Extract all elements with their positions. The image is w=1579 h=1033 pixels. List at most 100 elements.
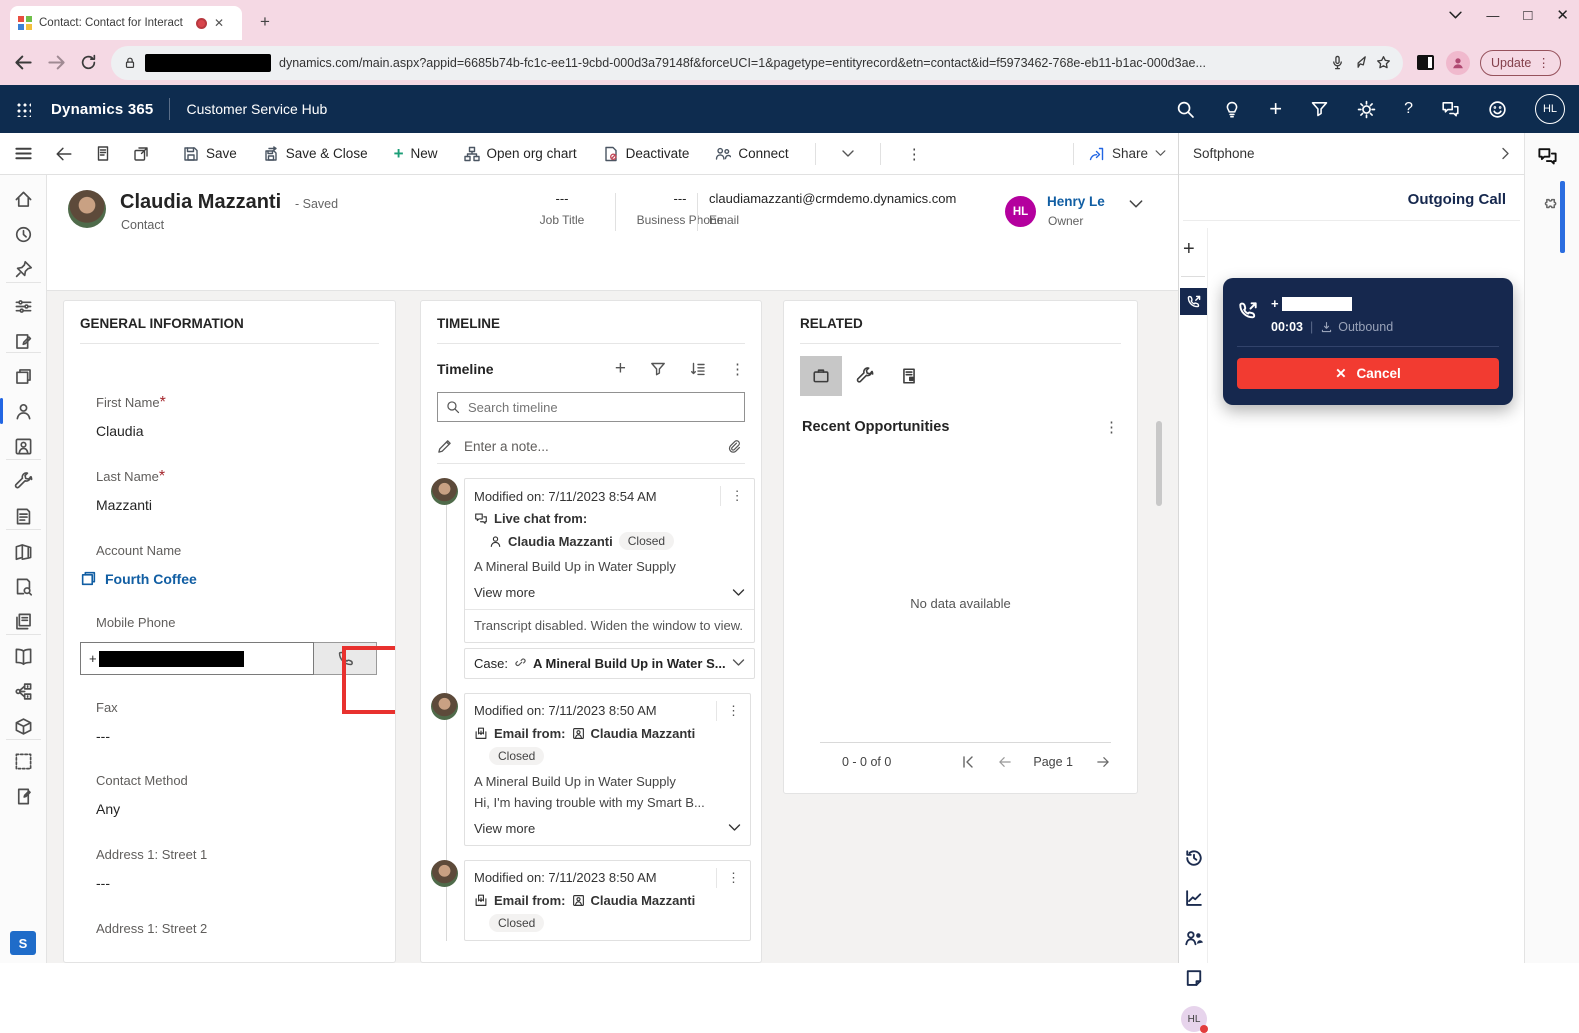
sidebar-item-recent[interactable] [14, 225, 33, 244]
forward-icon[interactable] [47, 54, 66, 71]
case-link-row[interactable]: Case: A Mineral Build Up in Water S... [464, 648, 755, 679]
timeline-search-box[interactable] [437, 392, 745, 422]
sidebar-item-products[interactable] [14, 717, 33, 736]
header-expand-chevron-icon[interactable] [1129, 200, 1143, 209]
contacts-list-icon[interactable] [1184, 928, 1204, 948]
tab-close-icon[interactable]: ✕ [214, 16, 224, 30]
quick-create-plus-icon[interactable]: + [1269, 100, 1282, 118]
tab-search-icon[interactable] [1449, 11, 1462, 20]
sidebar-item-social-profiles[interactable] [14, 437, 33, 456]
sidebar-item-pinned[interactable] [14, 260, 33, 279]
sidebar-item-notes[interactable] [14, 787, 33, 806]
account-lookup-link[interactable]: Fourth Coffee [80, 570, 395, 587]
extensions-puzzle-icon[interactable] [1541, 197, 1558, 214]
connect-button[interactable]: Connect [715, 146, 788, 162]
timeline-sort-icon[interactable] [690, 361, 706, 377]
entry-more-icon[interactable]: ⋮ [716, 701, 750, 721]
open-org-chart-button[interactable]: Open org chart [464, 146, 577, 162]
favorite-star-icon[interactable] [1376, 55, 1391, 70]
fax-value[interactable]: --- [96, 728, 395, 744]
deactivate-button[interactable]: Deactivate [603, 146, 690, 162]
sidebar-item-knowledge-search[interactable] [14, 577, 33, 596]
window-minimize-button[interactable]: — [1486, 8, 1499, 23]
window-close-button[interactable]: ✕ [1556, 6, 1569, 24]
prev-page-icon[interactable] [997, 756, 1013, 768]
paperclip-icon[interactable] [727, 439, 741, 454]
contact-method-value[interactable]: Any [96, 801, 395, 817]
sidebar-item-home[interactable] [14, 190, 33, 209]
sidebar-item-knowledge-base[interactable] [14, 647, 33, 666]
call-history-icon[interactable] [1184, 848, 1204, 868]
street1-value[interactable]: --- [96, 875, 395, 891]
teams-chat-icon[interactable] [1537, 146, 1558, 166]
last-name-value[interactable]: Mazzanti [96, 497, 395, 513]
content-scrollbar[interactable] [1156, 421, 1162, 506]
new-button[interactable]: + New [394, 144, 438, 164]
refresh-icon[interactable] [80, 54, 97, 71]
owner-name-link[interactable]: Henry Le [1047, 194, 1105, 209]
entry-more-icon[interactable]: ⋮ [720, 486, 754, 506]
sidebar-item-marketing-lists[interactable] [14, 752, 33, 771]
related-tab-opportunities[interactable] [800, 356, 842, 396]
agent-presence-avatar[interactable]: HL [1181, 1006, 1207, 1032]
feedback-chat-icon[interactable] [1441, 100, 1460, 118]
panel-scrollbar[interactable] [1560, 181, 1565, 253]
new-tab-button[interactable]: + [260, 12, 270, 32]
update-menu-icon[interactable]: ⋮ [1537, 55, 1550, 70]
sidebar-item-accounts[interactable] [14, 367, 33, 386]
browser-update-button[interactable]: Update ⋮ [1480, 50, 1561, 76]
entry-person-link[interactable]: Claudia Mazzanti [591, 726, 696, 741]
browser-tab[interactable]: Contact: Contact for Interact ✕ [10, 6, 242, 40]
entry-more-icon[interactable]: ⋮ [716, 868, 750, 888]
settings-gear-icon[interactable] [1357, 100, 1376, 119]
related-tab-documents[interactable] [888, 356, 930, 396]
first-name-value[interactable]: Claudia [96, 423, 395, 439]
mobile-phone-input[interactable]: + [80, 642, 314, 675]
entry-person-link[interactable]: Claudia Mazzanti [591, 893, 696, 908]
app-name[interactable]: Customer Service Hub [186, 101, 327, 117]
view-more-toggle[interactable]: View more [465, 577, 754, 609]
entry-person-link[interactable]: Claudia Mazzanti [508, 534, 613, 549]
next-page-icon[interactable] [1095, 756, 1111, 768]
back-icon[interactable] [14, 54, 33, 71]
case-link-text[interactable]: A Mineral Build Up in Water S... [533, 656, 726, 671]
sidebar-item-cases[interactable] [14, 472, 33, 491]
open-in-new-window-icon[interactable] [133, 146, 149, 162]
note-entry-row[interactable]: Enter a note... [437, 430, 745, 464]
view-more-toggle[interactable]: View more [465, 813, 750, 845]
filter-icon[interactable] [1310, 100, 1329, 118]
header-field-email[interactable]: claudiamazzanti@crmdemo.dynamics.com Ema… [709, 191, 989, 227]
search-icon[interactable] [1176, 100, 1195, 119]
window-maximize-button[interactable]: □ [1523, 7, 1532, 24]
mic-icon[interactable] [1330, 55, 1345, 70]
browser-sidebar-icon[interactable] [1417, 55, 1434, 70]
sitemap-hamburger-icon[interactable] [14, 145, 33, 162]
timeline-more-icon[interactable]: ⋮ [730, 360, 745, 378]
timeline-search-input[interactable] [468, 400, 736, 415]
timeline-add-icon[interactable]: + [615, 358, 626, 380]
outgoing-call-tab-icon[interactable] [1180, 288, 1207, 315]
new-call-plus-icon[interactable]: + [1183, 238, 1195, 261]
notes-pad-icon[interactable] [1184, 968, 1204, 988]
user-avatar[interactable]: HL [1535, 94, 1565, 124]
contact-photo-avatar[interactable] [68, 190, 106, 228]
sidebar-item-entitlements[interactable] [14, 682, 33, 701]
related-more-icon[interactable]: ⋮ [1104, 418, 1119, 436]
cancel-call-button[interactable]: ✕ Cancel [1237, 358, 1499, 389]
smiley-icon[interactable] [1488, 100, 1507, 119]
environment-badge[interactable]: S [10, 931, 36, 955]
go-back-icon[interactable] [55, 146, 73, 162]
form-selector-icon[interactable] [95, 145, 111, 162]
more-commands-icon[interactable]: ⋮ [907, 145, 922, 163]
browser-profile-avatar[interactable] [1446, 51, 1470, 75]
url-field[interactable]: dynamics.com/main.aspx?appid=6685b74b-fc… [111, 46, 1403, 80]
command-overflow-chevron-icon[interactable] [842, 150, 854, 158]
sidebar-item-email-templates[interactable] [14, 612, 33, 631]
sidebar-item-dashboards[interactable] [14, 297, 33, 316]
sidebar-item-queues[interactable] [14, 507, 33, 526]
save-button[interactable]: Save [183, 146, 237, 162]
sidebar-item-activities[interactable] [14, 332, 33, 351]
save-and-close-button[interactable]: Save & Close [263, 146, 368, 162]
share-button[interactable]: Share [1088, 146, 1166, 162]
sidebar-item-knowledge-articles[interactable] [14, 542, 33, 561]
